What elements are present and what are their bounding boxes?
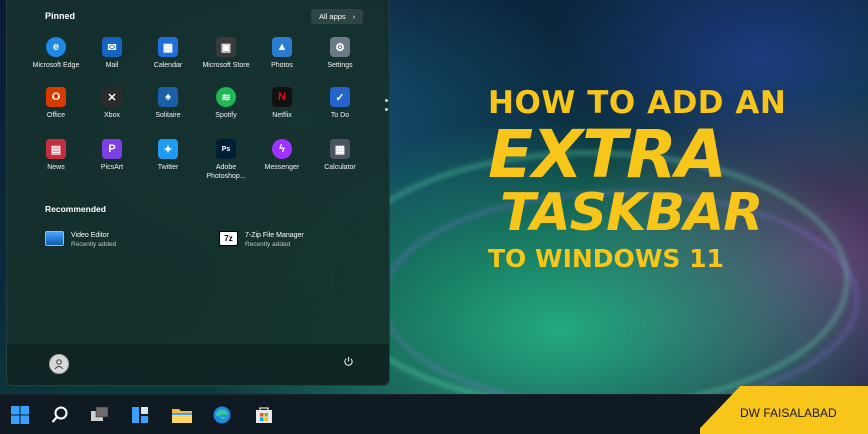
pinned-app-picsart[interactable]: P PicsArt (83, 139, 141, 172)
pinned-app-xbox[interactable]: ✕ Xbox (83, 87, 141, 120)
pinned-app-label: Microsoft Edge (32, 62, 80, 69)
windows-start-icon[interactable] (8, 403, 32, 427)
headline-line-1: HOW TO ADD AN (488, 85, 787, 121)
recommended-item-status: Recently added (245, 241, 291, 248)
store-icon[interactable] (252, 403, 276, 427)
all-apps-label: All apps (319, 12, 346, 21)
xbox-icon: ✕ (102, 87, 122, 107)
pinned-app-label: Office (46, 112, 66, 119)
store-icon: ▣ (216, 37, 236, 57)
todo-icon: ✓ (330, 87, 350, 107)
pinned-app-label: Solitaire (155, 112, 181, 119)
recommended-item[interactable]: Video Editor Recently added (45, 231, 116, 249)
headline-line-3: TASKBAR (500, 183, 763, 243)
pinned-app-label: Adobe Photoshop... (206, 164, 246, 180)
power-icon[interactable] (341, 356, 355, 370)
recommended-item[interactable]: 7z 7-Zip File Manager Recently added (219, 231, 304, 249)
pinned-app-label: Photos (271, 62, 293, 69)
chevron-right-icon: › (352, 12, 356, 21)
file-explorer-icon[interactable] (170, 403, 194, 427)
brand-badge-text: DW FAISALABAD (740, 406, 837, 420)
user-avatar-icon[interactable] (49, 354, 69, 374)
page-dots[interactable] (385, 99, 388, 111)
pinned-app-photoshop[interactable]: Ps Adobe Photoshop... (197, 139, 255, 181)
calendar-icon: ▦ (158, 37, 178, 57)
pinned-app-twitter[interactable]: ✦ Twitter (139, 139, 197, 172)
pinned-app-solitaire[interactable]: ♠ Solitaire (139, 87, 197, 120)
pinned-app-label: Microsoft Store (202, 62, 250, 69)
headline-line-4: TO WINDOWS 11 (488, 244, 724, 273)
pinned-app-label: Spotify (215, 112, 237, 119)
pinned-app-messenger[interactable]: ϟ Messenger (253, 139, 311, 172)
pinned-app-label: Xbox (104, 112, 120, 119)
pinned-app-label: News (47, 164, 65, 171)
photos-icon: ▲ (272, 37, 292, 57)
pinned-app-calculator[interactable]: ▦ Calculator (311, 139, 369, 172)
recommended-item-name: 7-Zip File Manager (245, 232, 304, 239)
pinned-app-todo[interactable]: ✓ To Do (311, 87, 369, 120)
office-icon: O (46, 87, 66, 107)
pinned-app-photos[interactable]: ▲ Photos (253, 37, 311, 70)
messenger-icon: ϟ (272, 139, 292, 159)
headline-line-2: EXTRA (488, 116, 727, 193)
video-editor-icon (45, 231, 64, 246)
pinned-app-spotify[interactable]: ≋ Spotify (197, 87, 255, 120)
pinned-heading: Pinned (45, 11, 76, 21)
pinned-app-calendar[interactable]: ▦ Calendar (139, 37, 197, 70)
photoshop-icon: Ps (216, 139, 236, 159)
pinned-app-label: Twitter (157, 164, 179, 171)
pinned-app-label: Calculator (324, 164, 356, 171)
picsart-icon: P (102, 139, 122, 159)
pinned-app-label: Settings (327, 62, 353, 69)
mail-icon: ✉ (102, 37, 122, 57)
start-menu: Pinned All apps › e Microsoft Edge ✉ Mail ▦ C… (6, 0, 390, 386)
news-icon: ▤ (46, 139, 66, 159)
search-icon[interactable] (48, 403, 72, 427)
edge-icon[interactable] (210, 403, 234, 427)
solitaire-icon: ♠ (158, 87, 178, 107)
settings-icon: ⚙ (330, 37, 350, 57)
pinned-app-label: Calendar (153, 62, 183, 69)
netflix-icon: N (272, 87, 292, 107)
edge-icon: e (46, 37, 66, 57)
pinned-app-store[interactable]: ▣ Microsoft Store (197, 37, 255, 70)
7zip-icon: 7z (219, 231, 238, 246)
pinned-app-mail[interactable]: ✉ Mail (83, 37, 141, 70)
pinned-app-news[interactable]: ▤ News (27, 139, 85, 172)
recommended-item-name: Video Editor (71, 232, 110, 239)
recommended-item-status: Recently added (71, 241, 117, 248)
twitter-icon: ✦ (158, 139, 178, 159)
all-apps-button[interactable]: All apps › (311, 9, 364, 24)
pinned-app-settings[interactable]: ⚙ Settings (311, 37, 369, 70)
pinned-app-office[interactable]: O Office (27, 87, 85, 120)
headline: HOW TO ADD AN EXTRA TASKBAR TO WINDOWS 1… (488, 86, 786, 274)
pinned-app-edge[interactable]: e Microsoft Edge (27, 37, 85, 70)
task-view-icon[interactable] (88, 403, 112, 427)
spotify-icon: ≋ (216, 87, 236, 107)
recommended-heading: Recommended (45, 204, 106, 214)
pinned-app-label: Messenger (264, 164, 300, 171)
start-menu-footer (7, 343, 389, 385)
widgets-icon[interactable] (128, 403, 152, 427)
pinned-app-label: Mail (105, 62, 119, 69)
pinned-app-label: To Do (330, 112, 350, 119)
pinned-app-label: PicsArt (100, 164, 124, 171)
pinned-app-label: Netflix (272, 112, 292, 119)
calculator-icon: ▦ (330, 139, 350, 159)
pinned-app-netflix[interactable]: N Netflix (253, 87, 311, 120)
